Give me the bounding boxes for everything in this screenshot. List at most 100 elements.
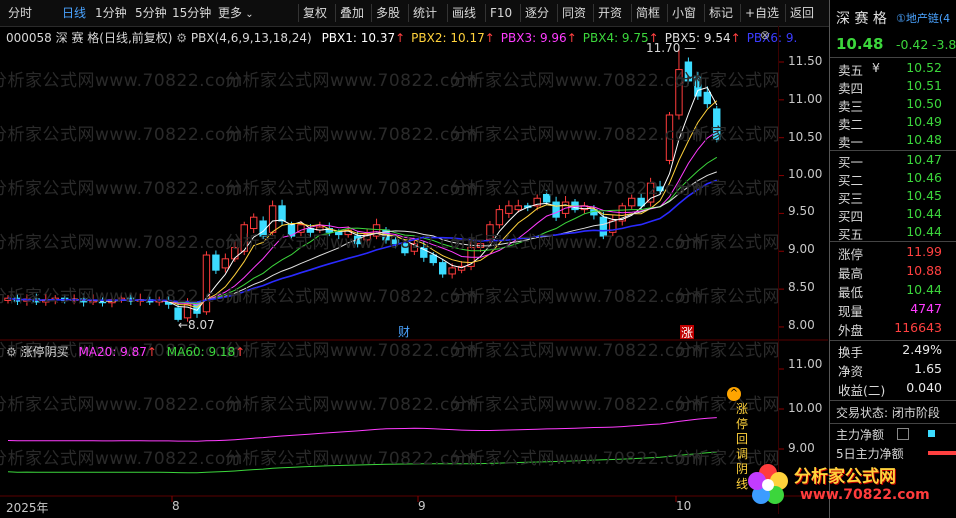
close-icon[interactable]: ⊗ — [760, 28, 770, 42]
toolbar-item-19[interactable]: 返回 — [790, 0, 814, 26]
toolbar-item-5[interactable]: 更多 ⌄ — [218, 0, 254, 26]
chart-header: 000058 深 赛 格(日线,前复权) ⚙ PBX(4,6,9,13,18,2… — [6, 29, 797, 46]
menu-icon[interactable] — [897, 428, 909, 440]
indicator-label[interactable]: PBX(4,6,9,13,18,24) — [191, 31, 312, 45]
stat-row: 最低 10.44 — [830, 282, 956, 300]
price-tick: 8.50 — [788, 280, 815, 294]
toolbar-item-9[interactable]: 统计 — [413, 0, 437, 26]
brand-logo: 分析家公式网 www.70822.com — [742, 457, 952, 515]
signal-char: 回 — [735, 432, 748, 446]
expand-icon[interactable]: ⚙ — [6, 345, 17, 359]
up-arrow-icon: ↑ — [566, 31, 577, 45]
watermark: 分析家公式网www.70822.com — [675, 71, 778, 91]
watermark: 分析家公式网www.70822.com — [450, 71, 703, 91]
toolbar: 分时 日线 1分钟 5分钟 15分钟 更多 ⌄ 复权 叠加 多股 统计 画线 F10 逐分 同资 开资 简框小… — [0, 0, 956, 27]
stat-row: 净资 1.65 — [830, 361, 956, 379]
toolbar-item-13[interactable]: 同资 — [562, 0, 586, 26]
ask-row[interactable]: 卖一 10.48 — [830, 132, 956, 150]
toolbar-item-8[interactable]: 多股 — [376, 0, 400, 26]
toolbar-item-17[interactable]: 标记 — [709, 0, 733, 26]
currency-icon: ¥ — [872, 60, 880, 75]
stat-label: 收益(二) — [838, 383, 886, 398]
subchart-title[interactable]: 涨停阴买 — [21, 345, 69, 359]
bid-value: 10.45 — [906, 188, 942, 203]
bid-row[interactable]: 买三 10.45 — [830, 188, 956, 206]
settings-icon[interactable]: ⚙ — [176, 31, 187, 45]
toolbar-item-1[interactable]: 日线 — [62, 0, 86, 26]
price-tick: 10.00 — [788, 167, 823, 181]
toolbar-item-11[interactable]: F10 — [490, 0, 512, 26]
toolbar-item-0[interactable]: 分时 — [8, 0, 32, 26]
watermark: 分析家公式网www.70822.com — [0, 449, 243, 469]
toolbar-separator — [740, 4, 741, 22]
toolbar-item-3[interactable]: 5分钟 — [135, 0, 167, 26]
stat-value: 0.040 — [906, 380, 942, 395]
bid-row[interactable]: 买四 10.44 — [830, 206, 956, 224]
watermark: 分析家公式网www.70822.com — [450, 341, 703, 361]
watermark: 分析家公式网www.70822.com — [0, 287, 243, 307]
ask-row[interactable]: 卖三 10.50 — [830, 96, 956, 114]
stat-label: 换手 — [838, 345, 864, 360]
toolbar-separator — [593, 4, 594, 22]
quote-stock-name: 深 赛 格 — [836, 11, 887, 27]
watermark: 分析家公式网www.70822.com — [675, 233, 778, 253]
watermark: 分析家公式网www.70822.com — [225, 233, 478, 253]
date-tick: 8 — [172, 499, 180, 513]
toolbar-item-12[interactable]: 逐分 — [525, 0, 549, 26]
net-5day-bar — [928, 451, 956, 455]
price-change: -0.42 — [896, 37, 929, 52]
trade-status: 交易状态: 闭市阶段 — [836, 406, 940, 420]
watermark: 分析家公式网www.70822.com — [675, 287, 778, 307]
toolbar-item-7[interactable]: 叠加 — [340, 0, 364, 26]
toolbar-item-18[interactable]: +自选 — [745, 0, 779, 26]
toolbar-item-15[interactable]: 简框 — [636, 0, 660, 26]
toolbar-item-10[interactable]: 画线 — [452, 0, 476, 26]
watermark: 分析家公式网www.70822.com — [225, 449, 478, 469]
watermark: 分析家公式网www.70822.com — [225, 71, 478, 91]
watermark: 分析家公式网www.70822.com — [450, 287, 703, 307]
toolbar-separator — [447, 4, 448, 22]
date-tick: 2025年 — [6, 501, 49, 515]
ask-label: 卖四 — [838, 81, 864, 96]
bid-label: 买五 — [838, 227, 864, 242]
toolbar-item-4[interactable]: 15分钟 — [172, 0, 211, 26]
bid-value: 10.46 — [906, 170, 942, 185]
bid-label: 买二 — [838, 173, 864, 188]
bid-row[interactable]: 买一 10.47 — [830, 152, 956, 170]
watermark: 分析家公式网www.70822.com — [225, 395, 478, 415]
toolbar-separator — [408, 4, 409, 22]
toolbar-item-16[interactable]: 小窗 — [672, 0, 696, 26]
net-main-label: 主力净额 — [836, 428, 885, 442]
stock-code: 000058 — [6, 31, 52, 45]
up-arrow-icon: ↑ — [648, 31, 659, 45]
stat-value: 4747 — [910, 301, 942, 316]
stat-value: 2.49% — [902, 342, 942, 357]
stat-value: 10.44 — [906, 282, 942, 297]
bid-row[interactable]: 买二 10.46 — [830, 170, 956, 188]
toolbar-item-6[interactable]: 复权 — [303, 0, 327, 26]
toolbar-item-14[interactable]: 开资 — [598, 0, 622, 26]
date-tick: 10 — [676, 499, 692, 513]
ask-row[interactable]: 卖二 10.49 — [830, 114, 956, 132]
sector-tag[interactable]: ①地产链(4 — [896, 10, 950, 26]
ask-label: 卖一 — [838, 135, 864, 150]
watermark: 分析家公式网www.70822.com — [450, 233, 703, 253]
ask-row[interactable]: 卖五 ¥10.52 — [830, 60, 956, 78]
toolbar-separator — [631, 4, 632, 22]
bid-label: 买三 — [838, 191, 864, 206]
toolbar-separator — [667, 4, 668, 22]
sub-tick: 10.00 — [788, 401, 823, 415]
ask-row[interactable]: 卖四 10.51 — [830, 78, 956, 96]
price-tick: 10.50 — [788, 130, 823, 144]
watermark: 分析家公式网www.70822.com — [225, 341, 478, 361]
toolbar-item-2[interactable]: 1分钟 — [95, 0, 127, 26]
stat-row: 换手 2.49% — [830, 342, 956, 360]
stat-label: 涨停 — [838, 247, 864, 262]
ask-value: 10.48 — [906, 132, 942, 147]
watermark: 分析家公式网www.70822.com — [0, 233, 243, 253]
bid-row[interactable]: 买五 10.44 — [830, 224, 956, 242]
divider — [830, 340, 956, 341]
ask-value: 10.52 — [906, 60, 942, 75]
price-tick: 11.00 — [788, 92, 823, 106]
watermark-layer: 分析家公式网www.70822.com 分析家公式网www.70822.com 分析… — [0, 26, 778, 496]
